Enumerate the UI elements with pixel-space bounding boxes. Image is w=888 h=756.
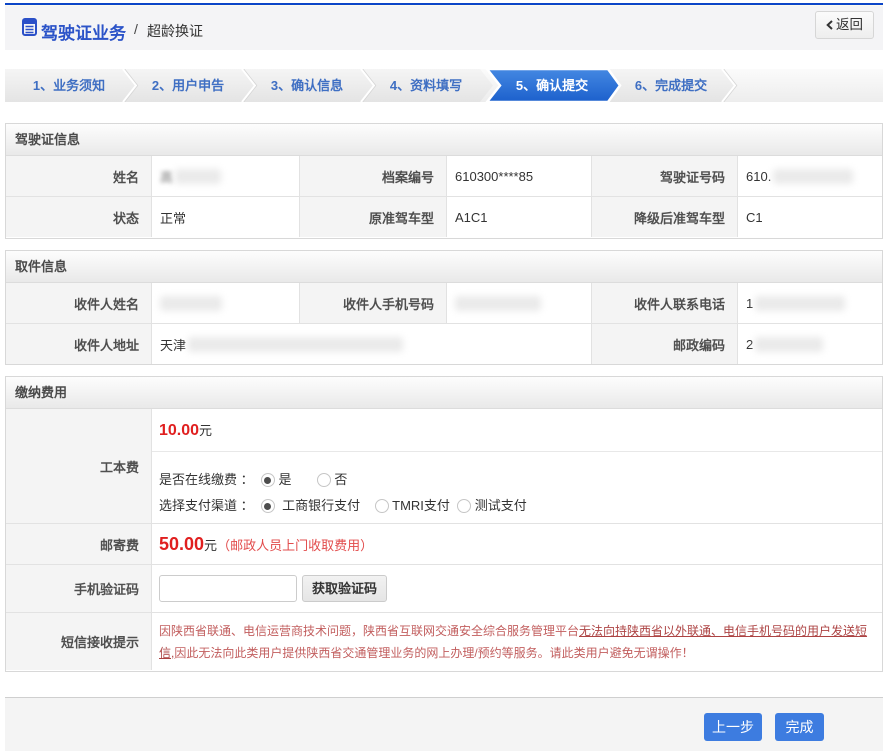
- svg-text:5、确认提交: 5、确认提交: [516, 78, 588, 93]
- svg-text:1、业务须知: 1、业务须知: [33, 78, 105, 93]
- svg-text:3、确认信息: 3、确认信息: [271, 78, 343, 93]
- svg-text:6、完成提交: 6、完成提交: [635, 78, 707, 93]
- svg-text:2、用户申告: 2、用户申告: [152, 78, 224, 93]
- svg-text:4、资料填写: 4、资料填写: [390, 78, 462, 93]
